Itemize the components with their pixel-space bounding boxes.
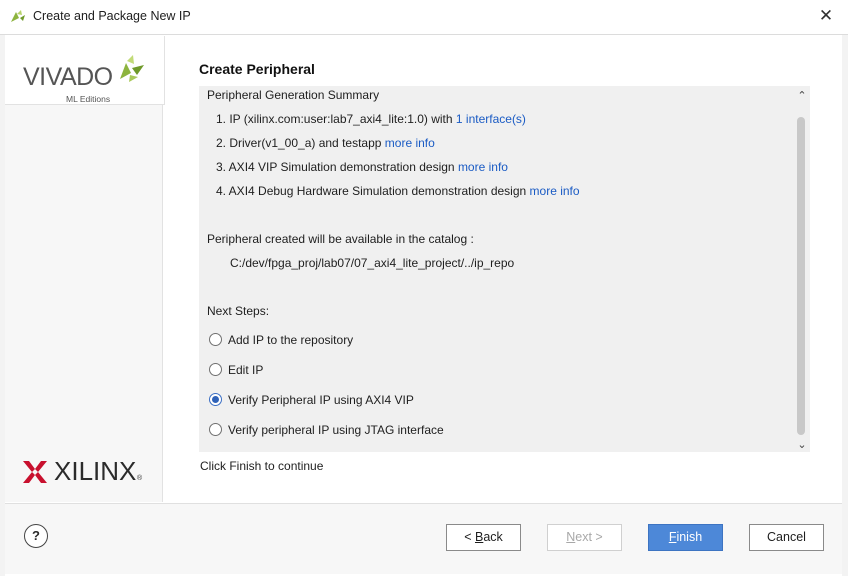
vivado-app-icon — [11, 10, 25, 22]
next-button[interactable]: Next > — [547, 524, 622, 551]
xilinx-registered-mark: ® — [137, 475, 143, 482]
cancel-button[interactable]: Cancel — [749, 524, 824, 551]
finish-button-label: inish — [676, 530, 703, 544]
vip-sim-more-info-link[interactable]: more info — [458, 160, 508, 174]
close-icon[interactable]: ✕ — [812, 4, 840, 28]
vivado-edition-label: ML Editions — [66, 94, 111, 104]
vivado-logo-text: VIVADO — [23, 63, 113, 91]
radio-label: Add IP to the repository — [228, 333, 354, 347]
radio-button-selected[interactable] — [209, 393, 222, 407]
summary-item: 2. Driver(v1_00_a) and testapp more info — [216, 136, 435, 150]
next-button-mnemonic: N — [566, 530, 576, 544]
radio-button[interactable] — [209, 333, 222, 347]
back-button-label: ack — [483, 530, 503, 544]
footer-message: Click Finish to continue — [200, 459, 324, 473]
summary-item-text: 2. Driver(v1_00_a) and testapp — [216, 136, 382, 150]
interfaces-link[interactable]: 1 interface(s) — [456, 112, 526, 126]
back-button-prefix: < — [464, 530, 475, 544]
driver-more-info-link[interactable]: more info — [385, 136, 435, 150]
summary-item-text: 3. AXI4 VIP Simulation demonstration des… — [216, 160, 455, 174]
next-button-label: ext > — [575, 530, 603, 544]
scroll-up-icon[interactable]: ⌃ — [796, 90, 808, 102]
window-title: Create and Package New IP — [33, 9, 191, 23]
next-steps-label: Next Steps: — [207, 304, 270, 318]
radio-verify-axi4-vip[interactable]: Verify Peripheral IP using AXI4 VIP — [209, 393, 414, 407]
page-title: Create Peripheral — [199, 61, 315, 77]
summary-item-text: 1. IP (xilinx.com:user:lab7_axi4_lite:1.… — [216, 112, 453, 126]
left-panel — [5, 36, 163, 502]
summary-item: 3. AXI4 VIP Simulation demonstration des… — [216, 160, 508, 174]
radio-button[interactable] — [209, 423, 222, 437]
back-button[interactable]: < Back — [446, 524, 521, 551]
radio-add-ip-to-repository[interactable]: Add IP to the repository — [209, 333, 353, 347]
scroll-down-icon[interactable]: ⌄ — [796, 439, 808, 451]
scrollbar-thumb[interactable] — [797, 117, 805, 435]
radio-edit-ip[interactable]: Edit IP — [209, 363, 263, 377]
catalog-path: C:/dev/fpga_proj/lab07/07_axi4_lite_proj… — [230, 256, 515, 270]
radio-button[interactable] — [209, 363, 222, 377]
background-window-edge-right — [842, 34, 848, 576]
help-button[interactable]: ? — [24, 524, 48, 548]
vivado-leaf-icon — [120, 55, 144, 82]
debug-sim-more-info-link[interactable]: more info — [530, 184, 580, 198]
summary-item: 1. IP (xilinx.com:user:lab7_axi4_lite:1.… — [216, 112, 526, 126]
xilinx-logo-text: XILINX — [54, 456, 137, 486]
catalog-label: Peripheral created will be available in … — [207, 232, 474, 246]
finish-button[interactable]: Finish — [648, 524, 723, 551]
radio-verify-jtag[interactable]: Verify peripheral IP using JTAG interfac… — [209, 423, 444, 437]
radio-label: Edit IP — [228, 363, 264, 377]
radio-label: Verify peripheral IP using JTAG interfac… — [228, 423, 444, 437]
radio-label: Verify Peripheral IP using AXI4 VIP — [228, 393, 414, 407]
summary-item-text: 4. AXI4 Debug Hardware Simulation demons… — [216, 184, 527, 198]
xilinx-logo-icon — [23, 461, 47, 483]
summary-heading: Peripheral Generation Summary — [207, 88, 380, 102]
summary-item: 4. AXI4 Debug Hardware Simulation demons… — [216, 184, 580, 198]
